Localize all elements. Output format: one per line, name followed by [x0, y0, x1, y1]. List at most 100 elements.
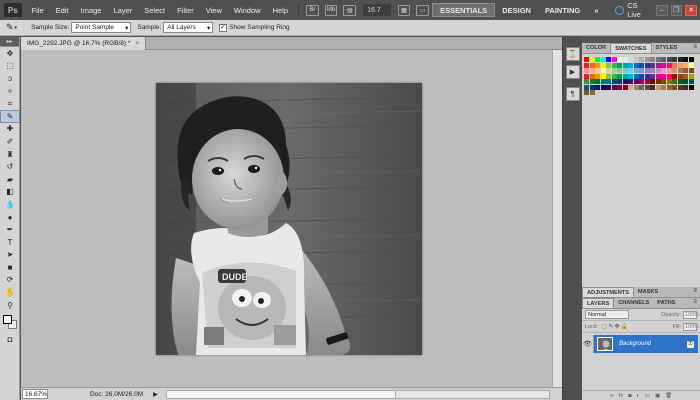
new-group-icon[interactable]: ▭ [645, 393, 650, 399]
arrange-documents-icon[interactable]: ▦ [397, 4, 411, 16]
color-swatch[interactable] [584, 73, 589, 79]
color-swatch[interactable] [688, 57, 694, 62]
menu-file[interactable]: File [26, 6, 50, 15]
marquee-tool-icon[interactable]: ⬚ [0, 60, 20, 73]
color-swatch[interactable] [666, 68, 672, 73]
close-tab-icon[interactable]: × [135, 40, 139, 47]
blur-tool-icon[interactable]: 💧 [0, 198, 20, 211]
shape-tool-icon[interactable]: ■ [0, 261, 20, 274]
color-swatch[interactable] [628, 57, 633, 62]
mini-bridge-icon[interactable]: Mb [324, 4, 338, 16]
panel-menu-icon[interactable]: ≡ [693, 44, 697, 50]
hand-tool-icon[interactable]: ✋ [0, 286, 20, 299]
color-swatch[interactable] [600, 62, 606, 68]
menu-layer[interactable]: Layer [107, 6, 138, 15]
sample-size-select[interactable]: Point Sample ▾ [71, 22, 132, 33]
color-swatch[interactable] [617, 62, 622, 68]
color-swatch[interactable] [611, 68, 617, 73]
color-swatch[interactable] [584, 84, 589, 90]
color-swatch[interactable] [644, 79, 650, 84]
brush-tool-icon[interactable]: ✐ [0, 135, 20, 148]
color-swatch[interactable] [617, 84, 622, 90]
color-swatch[interactable] [666, 84, 672, 90]
sample-select[interactable]: All Layers ▾ [163, 22, 214, 33]
color-swatch[interactable] [600, 79, 606, 84]
color-swatch[interactable] [666, 62, 672, 68]
color-swatch[interactable] [639, 68, 644, 73]
color-swatch[interactable] [688, 62, 694, 68]
menu-image[interactable]: Image [75, 6, 108, 15]
menu-select[interactable]: Select [138, 6, 171, 15]
color-swatch[interactable] [606, 62, 611, 68]
lock-icons[interactable]: ⬚✎✥🔒 [602, 323, 629, 330]
color-swatch[interactable] [622, 84, 628, 90]
color-swatch[interactable] [617, 57, 622, 62]
zoom-tool-icon[interactable]: ⚲ [0, 299, 20, 312]
color-swatch[interactable] [655, 62, 661, 68]
scrollbar-thumb[interactable] [166, 390, 397, 398]
color-swatch[interactable] [628, 73, 633, 79]
color-swatch[interactable] [655, 57, 661, 62]
eyedropper-tool-icon[interactable]: ✎ [0, 109, 20, 123]
dodge-tool-icon[interactable]: ● [0, 211, 20, 224]
tab-color[interactable]: COLOR [582, 43, 610, 53]
workspace-essentials[interactable]: ESSENTIALS [432, 3, 496, 17]
color-swatch[interactable] [600, 84, 606, 90]
color-swatch[interactable] [611, 57, 617, 62]
close-button[interactable]: ✕ [685, 4, 698, 16]
delete-layer-icon[interactable]: 🗑 [665, 393, 672, 399]
type-tool-icon[interactable]: T [0, 236, 20, 249]
color-swatch[interactable] [677, 73, 683, 79]
color-swatch[interactable] [677, 62, 683, 68]
color-swatch[interactable] [644, 68, 650, 73]
color-swatch[interactable] [672, 73, 677, 79]
color-swatch[interactable] [633, 62, 639, 68]
color-swatch[interactable] [639, 73, 644, 79]
eyedropper-preset-icon[interactable]: ✎ [6, 22, 14, 33]
color-swatch[interactable] [688, 68, 694, 73]
color-swatch[interactable] [688, 79, 694, 84]
cs-live-button[interactable]: CS Live [615, 1, 652, 19]
color-swatch[interactable] [683, 68, 688, 73]
history-panel-icon[interactable]: ⌛ [565, 47, 580, 61]
chevron-down-icon[interactable]: ▾ [15, 25, 18, 31]
workspace-design[interactable]: DESIGN [495, 3, 538, 17]
tab-masks[interactable]: MASKS [634, 287, 662, 297]
path-selection-tool-icon[interactable]: ➤ [0, 249, 20, 262]
crop-tool-icon[interactable]: ⌗ [0, 97, 20, 110]
color-swatch[interactable] [639, 84, 644, 90]
bridge-icon[interactable]: Br [305, 4, 319, 16]
layer-style-icon[interactable]: fx [619, 393, 623, 399]
color-swatch[interactable] [589, 73, 595, 79]
vertical-scrollbar[interactable] [552, 50, 562, 387]
color-swatch[interactable] [655, 79, 661, 84]
color-swatch[interactable] [677, 68, 683, 73]
lasso-tool-icon[interactable]: ↄ [0, 72, 20, 85]
show-sampling-ring-checkbox[interactable]: ✓ [219, 23, 228, 32]
tab-paths[interactable]: PATHS [653, 298, 679, 308]
document-image[interactable]: DUDE [156, 83, 422, 355]
color-swatch[interactable] [611, 73, 617, 79]
color-swatch[interactable] [661, 79, 666, 84]
color-swatch[interactable] [650, 62, 655, 68]
color-swatch[interactable] [655, 73, 661, 79]
color-swatch[interactable] [666, 73, 672, 79]
color-swatch[interactable] [644, 62, 650, 68]
fill-field[interactable]: 100% [683, 322, 699, 331]
tab-styles[interactable]: STYLES [652, 43, 682, 53]
color-swatch[interactable] [589, 57, 595, 62]
color-swatch[interactable] [589, 62, 595, 68]
extras-icon[interactable]: ▤ [343, 4, 357, 16]
color-swatch[interactable] [661, 68, 666, 73]
opacity-field[interactable]: 100% [683, 310, 699, 319]
color-swatch[interactable] [622, 57, 628, 62]
gradient-tool-icon[interactable]: ◧ [0, 186, 20, 199]
color-swatch[interactable] [617, 79, 622, 84]
color-swatch[interactable] [600, 57, 606, 62]
color-swatch[interactable] [650, 79, 655, 84]
foreground-color-swatch[interactable] [3, 315, 12, 325]
panel-menu-icon[interactable]: ≡ [693, 288, 697, 294]
color-swatch[interactable] [672, 84, 677, 90]
horizontal-scrollbar[interactable] [165, 389, 550, 399]
color-swatch[interactable] [683, 84, 688, 90]
